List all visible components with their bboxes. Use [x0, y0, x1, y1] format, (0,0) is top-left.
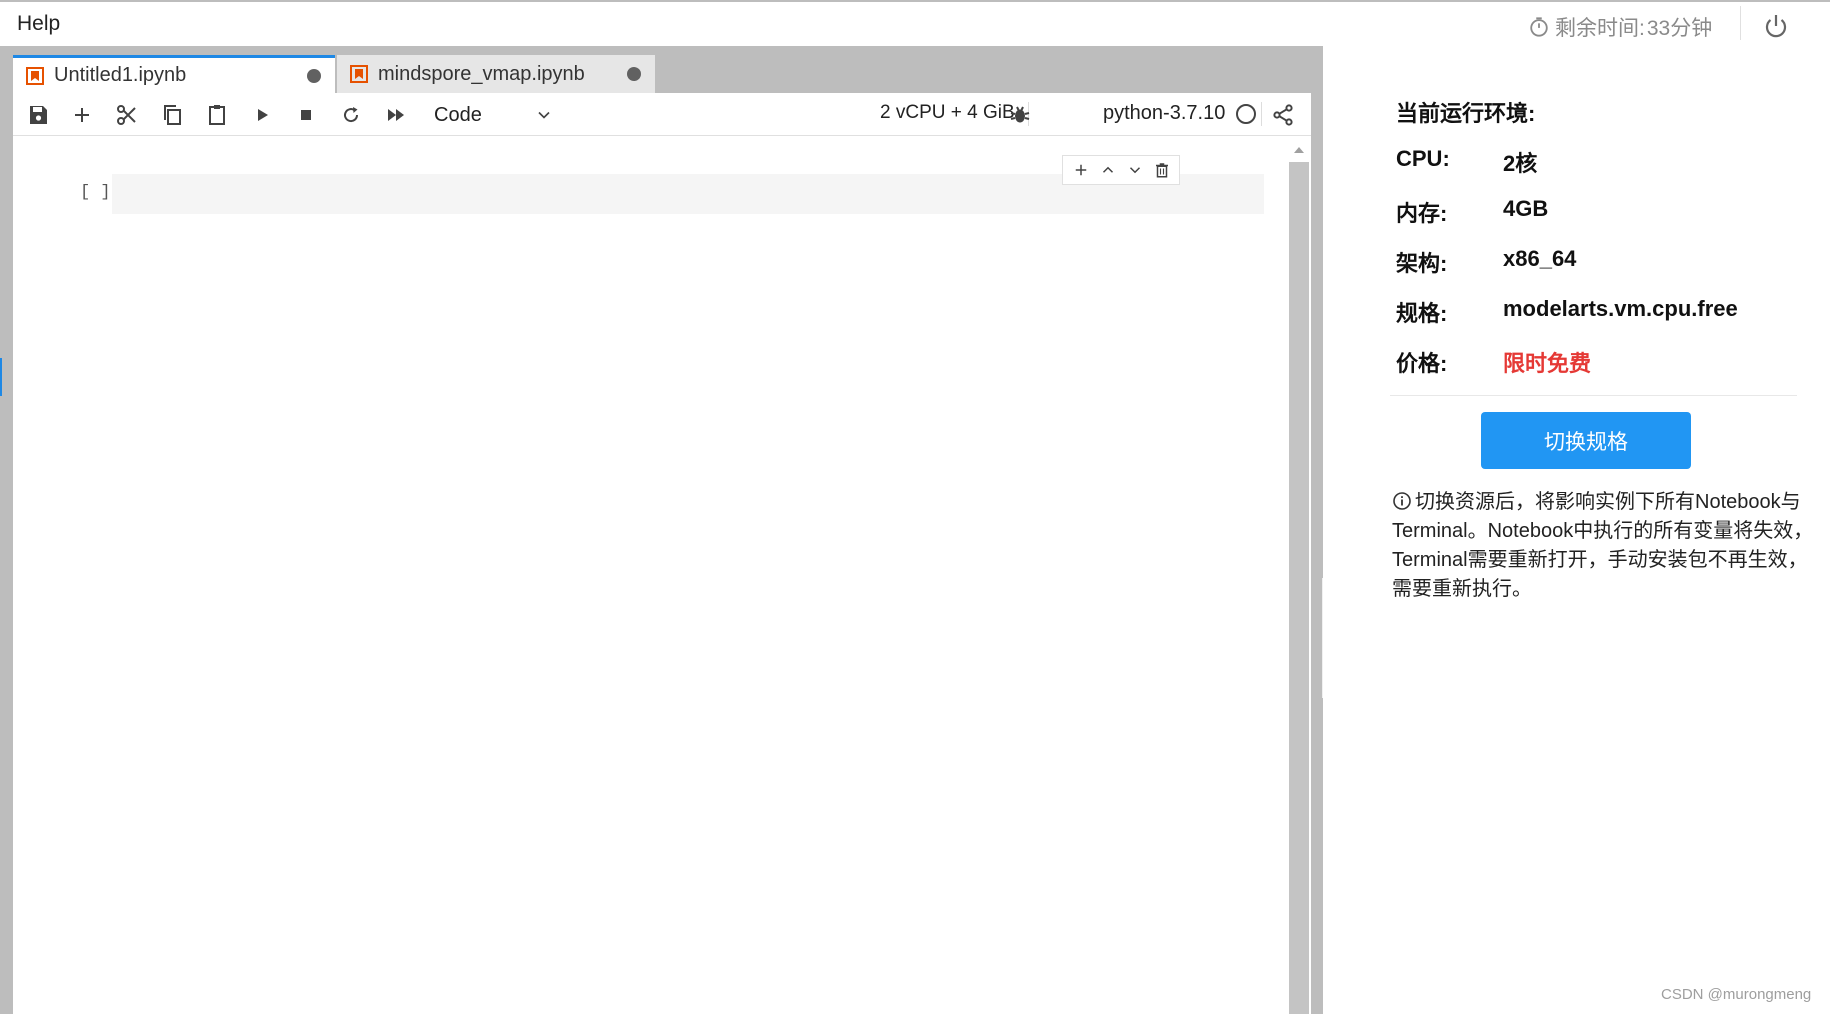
restart-button[interactable] [335, 99, 367, 131]
spec-value-cpu: 2核 [1503, 151, 1538, 176]
stop-icon [301, 110, 311, 120]
spec-key-price: 价格: [1396, 351, 1448, 376]
run-icon [258, 109, 268, 121]
info-icon [1393, 492, 1411, 510]
timer-value: 33分钟 [1646, 17, 1713, 40]
tab-label: Untitled1.ipynb [54, 64, 187, 86]
tab-mindspore-vmap[interactable]: mindspore_vmap.ipynb [337, 55, 655, 93]
tab-untitled1[interactable]: Untitled1.ipynb [13, 55, 335, 93]
restart-icon [344, 107, 359, 123]
save-button[interactable] [22, 99, 54, 131]
copy-icon [164, 105, 181, 125]
cell-prompt: [ ] [80, 183, 111, 202]
cell-toolbar [1062, 155, 1180, 185]
run-all-icon [388, 109, 404, 121]
spec-value-price: 限时免费 [1503, 351, 1592, 376]
cell-type-select[interactable]: Code [434, 99, 554, 131]
notebook-icon [26, 66, 44, 85]
watermark: CSDN @murongmeng [1661, 986, 1812, 1003]
arrow-up-icon[interactable] [1099, 161, 1117, 179]
insert-cell-button[interactable] [66, 99, 98, 131]
cell-type-label: Code [434, 103, 482, 126]
notebook-icon [350, 65, 368, 83]
interrupt-button[interactable] [290, 99, 322, 131]
add-icon[interactable] [1072, 161, 1090, 179]
timer-label: 剩余时间: [1555, 17, 1645, 40]
spec-value-flavor: modelarts.vm.cpu.free [1503, 296, 1738, 321]
cut-button[interactable] [111, 99, 143, 131]
trash-icon[interactable] [1153, 161, 1171, 179]
run-button[interactable] [246, 99, 278, 131]
spec-key-flavor: 规格: [1396, 301, 1448, 326]
spec-key-memory: 内存: [1396, 201, 1448, 226]
menu-help[interactable]: Help [17, 12, 60, 36]
tab-label: mindspore_vmap.ipynb [378, 62, 585, 85]
spec-key-cpu: CPU: [1396, 146, 1450, 171]
panel-divider [1390, 395, 1797, 396]
remaining-time: 剩余时间: 33分钟 [1528, 12, 1712, 42]
switch-flavor-button[interactable]: 切换规格 [1481, 412, 1691, 469]
notice-text: 切换资源后，将影响实例下所有Notebook与Terminal。Notebook… [1392, 491, 1814, 600]
bug-icon [1010, 106, 1030, 123]
spec-value-arch: x86_64 [1503, 246, 1577, 271]
resource-indicator: 2 vCPU + 4 GiB [880, 102, 1015, 123]
unsaved-dot-icon[interactable] [307, 68, 321, 83]
copy-button[interactable] [156, 99, 188, 131]
kernel-name[interactable]: python-3.7.10 [1103, 102, 1225, 125]
kernel-status-icon [1236, 104, 1256, 124]
share-icon [1273, 104, 1293, 126]
add-icon [75, 108, 89, 122]
scrollbar-thumb[interactable] [1289, 162, 1309, 1014]
save-icon [30, 106, 47, 124]
share-button[interactable] [1267, 99, 1299, 131]
unsaved-dot-icon[interactable] [627, 67, 641, 81]
arrow-down-icon[interactable] [1126, 161, 1144, 179]
cut-icon [117, 105, 136, 125]
power-icon[interactable] [1760, 10, 1792, 42]
timer-icon [1530, 17, 1548, 37]
environment-title: 当前运行环境: [1396, 101, 1536, 126]
switch-notice: 切换资源后，将影响实例下所有Notebook与Terminal。Notebook… [1392, 488, 1822, 604]
toolbar-divider [1261, 102, 1262, 126]
scroll-up-icon[interactable] [1291, 143, 1307, 157]
spec-key-arch: 架构: [1396, 251, 1448, 276]
sidebar-edge-indicator [0, 358, 2, 396]
chevron-down-icon [538, 111, 550, 119]
debugger-button[interactable] [1004, 99, 1036, 131]
paste-icon [209, 105, 225, 125]
notebook-panel [13, 93, 1311, 1014]
spec-value-memory: 4GB [1503, 196, 1549, 221]
run-all-button[interactable] [380, 99, 412, 131]
topbar-divider [1740, 6, 1741, 40]
paste-button[interactable] [201, 99, 233, 131]
